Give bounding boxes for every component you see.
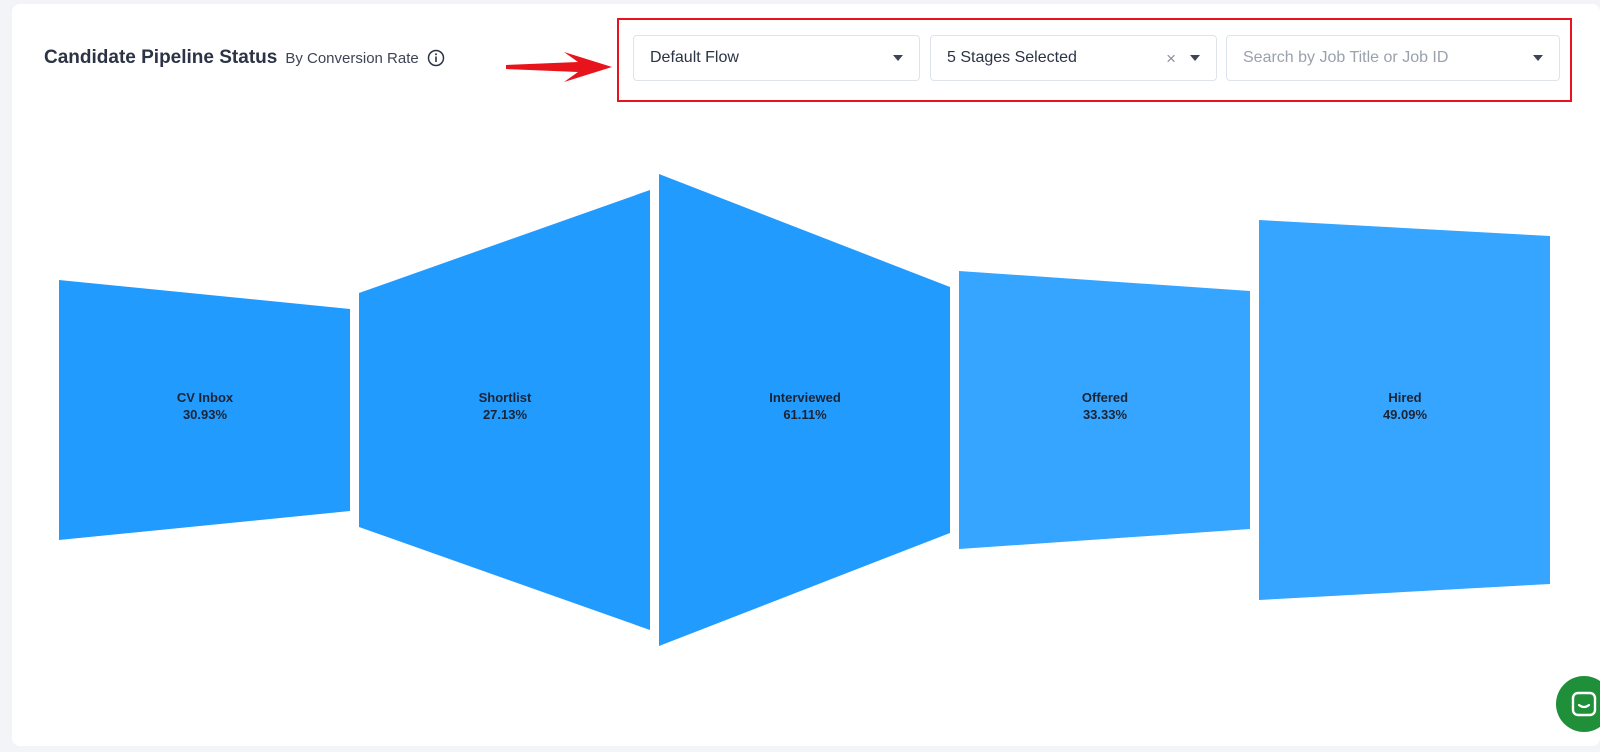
funnel-stage-label: Offered bbox=[1082, 390, 1128, 405]
funnel-chart: CV Inbox 30.93% Shortlist 27.13% Interviewed… bbox=[59, 174, 1550, 646]
funnel-stage-value: 33.33% bbox=[1083, 407, 1128, 422]
funnel-stage-value: 27.13% bbox=[483, 407, 528, 422]
funnel-stage-label: Shortlist bbox=[479, 390, 532, 405]
funnel-stage-label: Interviewed bbox=[769, 390, 841, 405]
funnel-stage-value: 61.11% bbox=[783, 407, 827, 422]
funnel-stage-value: 30.93% bbox=[183, 407, 228, 422]
funnel-stage-value: 49.09% bbox=[1383, 407, 1428, 422]
funnel-stage-label: CV Inbox bbox=[177, 390, 234, 405]
funnel-stage-label: Hired bbox=[1388, 390, 1421, 405]
chat-icon bbox=[1571, 691, 1597, 717]
